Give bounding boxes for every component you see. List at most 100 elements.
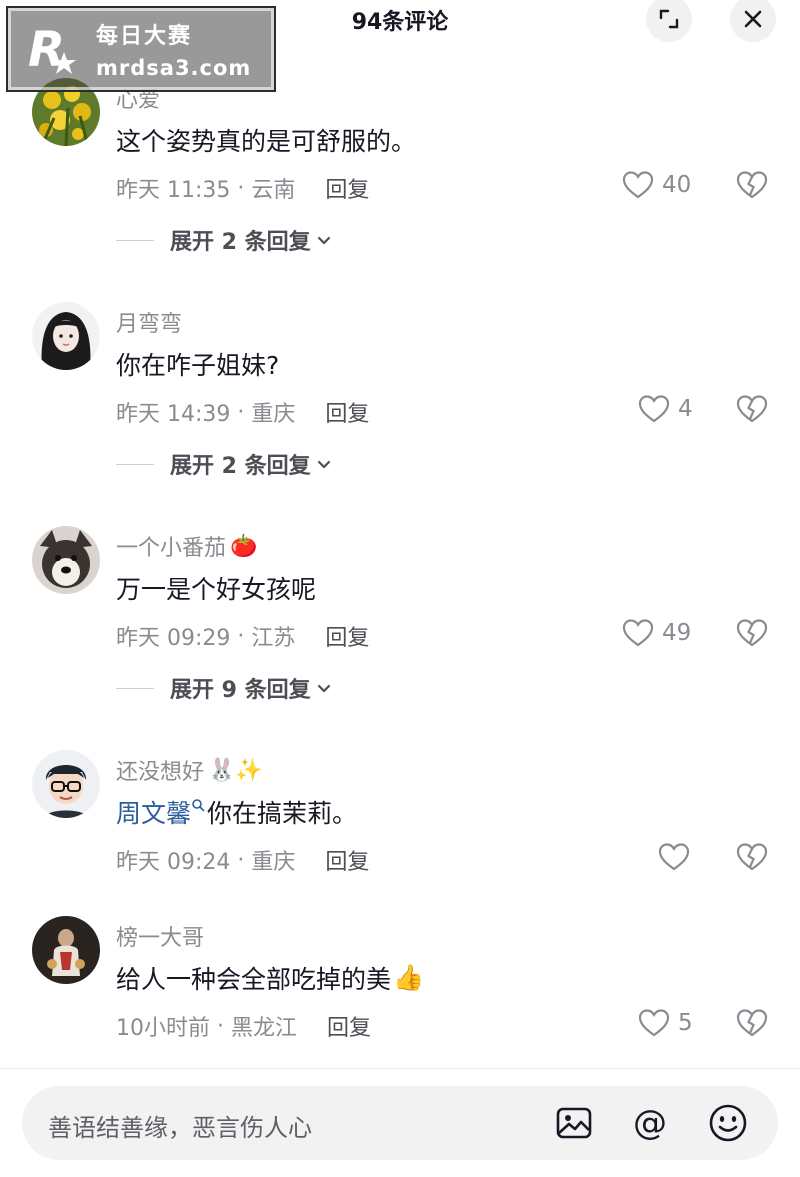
username-text: 月弯弯 [116,312,183,337]
dislike-button[interactable] [736,842,768,876]
avatar[interactable] [32,302,100,370]
comment-text: 你在咋子姐妹? [116,351,280,380]
comment-text: 万一是个好女孩呢 [116,575,317,604]
divider [116,239,154,241]
comment-location: 重庆 [251,850,296,875]
like-count: 4 [678,396,693,422]
svg-text:@: @ [633,1103,667,1143]
avatar[interactable] [32,750,100,818]
mention-link[interactable]: 周文馨 [116,794,191,830]
comment-body: 给人一种会全部吃掉的美 [116,965,392,994]
like-count: 5 [678,1010,693,1036]
reply-button[interactable]: 回复 [325,172,369,204]
username-text: 还没想好 [116,760,205,785]
heart-icon [622,171,654,199]
comment-input-placeholder: 善语结善缘，恶言伤人心 [48,1114,312,1142]
comment-text: 周文馨 你在搞茉莉。 [116,794,357,830]
heart-icon [638,1009,670,1037]
chevron-down-icon [317,684,330,693]
expand-replies-button[interactable]: 展开 2 条回复 [116,448,333,480]
like-button[interactable]: 49 [622,618,691,648]
watermark-text: 每日大赛 mrdsa3.com [96,18,251,80]
tomato-emoji: 🍅 [230,533,258,559]
heart-icon [638,395,670,423]
comment-meta: 昨天 09:24 · 重庆 回复 [116,844,369,876]
expand-replies-button[interactable]: 展开 9 条回复 [116,672,333,704]
comment-time: 昨天 09:29 [116,626,231,651]
like-button[interactable]: 5 [638,1008,693,1038]
comment-location: 重庆 [251,402,296,427]
comment-username[interactable]: 还没想好 🐰✨ [116,754,263,786]
like-button[interactable] [658,842,698,872]
comment-time: 10小时前 [116,1016,210,1041]
like-button[interactable]: 40 [622,170,691,200]
broken-heart-icon [736,395,768,423]
broken-heart-icon [736,1009,768,1037]
username-text: 一个小番茄 [116,536,227,561]
comment-location: 黑龙江 [230,1016,297,1041]
comment-text: 这个姿势真的是可舒服的。 [116,127,417,156]
expand-icon [659,9,679,29]
image-icon [556,1107,592,1139]
comment-meta: 昨天 14:39 · 重庆 回复 [116,396,369,428]
avatar[interactable] [32,526,100,594]
like-count: 49 [662,620,692,646]
expand-replies-label: 展开 2 条回复 [170,230,311,255]
comment-item: 心爱 这个姿势真的是可舒服的。 昨天 11:35 · 云南 回复 40 展开 2… [0,78,800,278]
broken-heart-icon [736,619,768,647]
broken-heart-icon [736,171,768,199]
comment-time: 昨天 09:24 [116,850,231,875]
watermark: R 每日大赛 mrdsa3.com [6,6,276,92]
search-icon [192,799,205,812]
comment-time: 昨天 14:39 [116,402,231,427]
broken-heart-icon [736,843,768,871]
reply-button[interactable]: 回复 [325,844,369,876]
comment-item: 一个小番茄 🍅 万一是个好女孩呢 昨天 09:29 · 江苏 回复 49 展开 … [0,526,800,726]
expand-replies-button[interactable]: 展开 2 条回复 [116,224,333,256]
comment-username[interactable]: 一个小番茄 🍅 [116,530,257,562]
expand-replies-label: 展开 2 条回复 [170,454,311,479]
divider [116,463,154,465]
like-button[interactable]: 4 [638,394,693,424]
chevron-down-icon [317,460,330,469]
bottom-divider [0,1068,800,1069]
like-count: 40 [662,172,692,198]
mention-button[interactable]: @ [630,1103,670,1143]
heart-icon [622,619,654,647]
comment-text: 给人一种会全部吃掉的美 👍 [116,960,424,996]
chevron-down-icon [317,236,330,245]
divider [116,687,154,689]
watermark-line2: mrdsa3.com [96,56,252,80]
comment-time: 昨天 11:35 [116,178,231,203]
watermark-logo-icon: R [22,16,88,82]
dislike-button[interactable] [736,618,768,652]
comment-location: 云南 [251,178,296,203]
dislike-button[interactable] [736,170,768,204]
comment-username[interactable]: 榜一大哥 [116,920,204,952]
comment-location: 江苏 [251,626,296,651]
emoji-button[interactable] [708,1103,748,1143]
emoji-icon [709,1104,747,1142]
reply-button[interactable]: 回复 [327,1010,371,1042]
at-icon: @ [633,1103,667,1143]
comment-body: 你在搞茉莉。 [207,799,358,828]
username-text: 榜一大哥 [116,926,205,951]
dislike-button[interactable] [736,1008,768,1042]
comment-meta: 昨天 09:29 · 江苏 回复 [116,620,369,652]
thumbs-up-emoji: 👍 [393,963,425,992]
comment-meta: 10小时前 · 黑龙江 回复 [116,1010,371,1042]
rabbit-sparkles-emoji: 🐰✨ [208,757,263,783]
comment-item: 月弯弯 你在咋子姐妹? 昨天 14:39 · 重庆 回复 4 展开 2 条回复 [0,302,800,502]
watermark-line1: 每日大赛 [96,24,193,49]
reply-button[interactable]: 回复 [325,396,369,428]
avatar[interactable] [32,916,100,984]
dislike-button[interactable] [736,394,768,428]
reply-button[interactable]: 回复 [325,620,369,652]
close-icon [744,10,762,28]
heart-icon [658,843,690,871]
comment-username[interactable]: 月弯弯 [116,306,182,338]
expand-replies-label: 展开 9 条回复 [170,678,311,703]
comment-meta: 昨天 11:35 · 云南 回复 [116,172,369,204]
image-button[interactable] [554,1103,594,1143]
comment-input[interactable]: 善语结善缘，恶言伤人心 @ [22,1086,778,1160]
